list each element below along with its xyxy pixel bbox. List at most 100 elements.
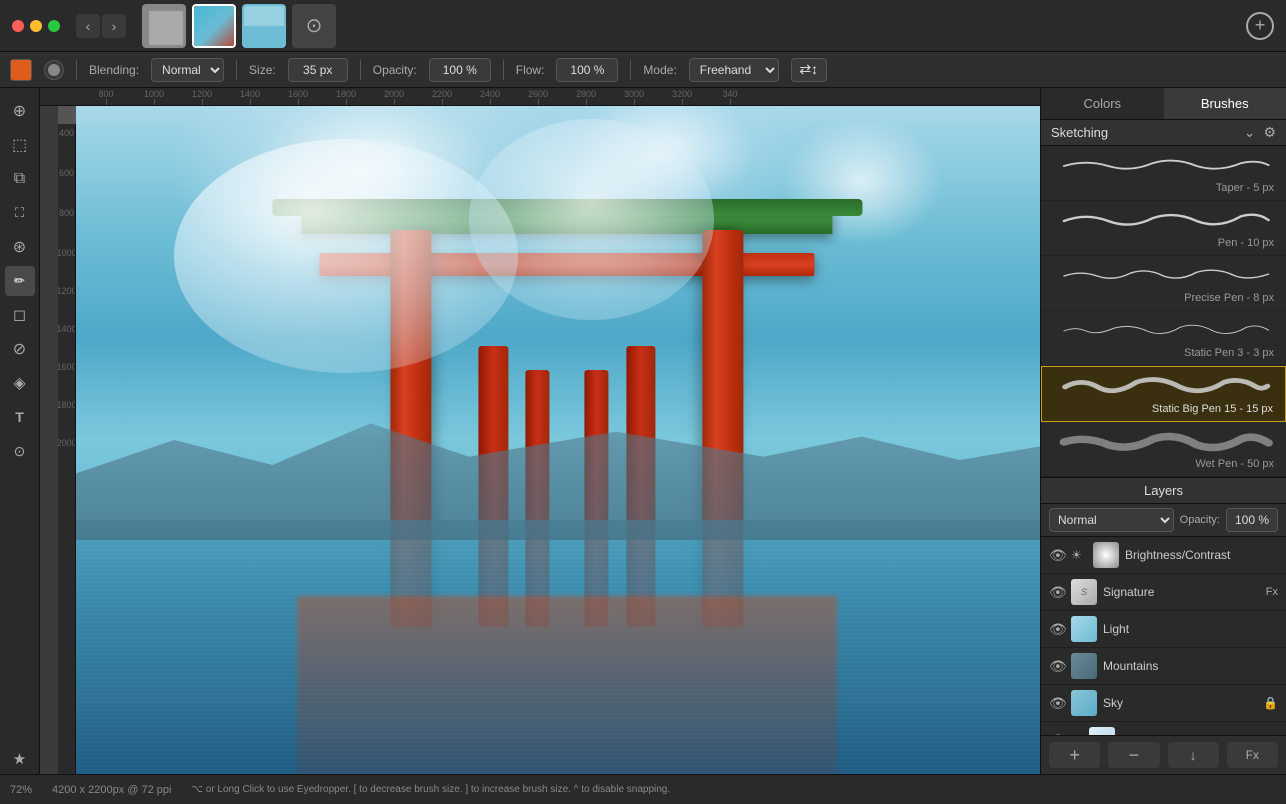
- layer-icon-clouds: [1089, 727, 1115, 735]
- layers-header: Layers: [1041, 477, 1286, 504]
- ruler-v-800: 800: [59, 208, 74, 218]
- brush-item-wet-pen[interactable]: Wet Pen - 50 px: [1041, 422, 1286, 477]
- crop-tool[interactable]: ⛶: [5, 198, 35, 228]
- zoom-level: 72%: [10, 784, 32, 796]
- brush-name-taper: Taper - 5 px: [1216, 182, 1274, 194]
- ruler-v-1200: 1200: [58, 286, 76, 296]
- layer-lock-sky: 🔒: [1263, 696, 1278, 710]
- layer-sky[interactable]: 👁 Sky 🔒: [1041, 685, 1286, 722]
- thumb-4[interactable]: ⊙: [292, 4, 336, 48]
- opacity-input[interactable]: [429, 58, 491, 82]
- tab-brushes[interactable]: Brushes: [1164, 88, 1286, 119]
- thumb-canvas-3: [244, 6, 286, 48]
- tab-colors[interactable]: Colors: [1041, 88, 1164, 119]
- layer-visibility-sig[interactable]: 👁: [1049, 584, 1065, 601]
- text-tool[interactable]: T: [5, 402, 35, 432]
- layer-icon-mountains: [1071, 653, 1097, 679]
- brush-size-indicator: [44, 60, 64, 80]
- brush-item-static-big-pen[interactable]: Static Big Pen 15 - 15 px: [1041, 366, 1286, 422]
- brush-stroke-taper: [1053, 152, 1274, 180]
- layers-blend-select[interactable]: Normal: [1049, 508, 1174, 532]
- mode-select[interactable]: Freehand: [689, 58, 779, 82]
- smudge-tool[interactable]: ⊘: [5, 334, 35, 364]
- layer-visibility-light[interactable]: 👁: [1049, 621, 1065, 638]
- brush-settings-button[interactable]: ⚙: [1263, 124, 1276, 141]
- thumb-4-icon: ⊙: [306, 13, 323, 38]
- delete-layer-button[interactable]: −: [1108, 742, 1159, 768]
- ruler-tick-3200: 3200: [658, 89, 706, 105]
- layers-opacity-input[interactable]: [1226, 508, 1278, 532]
- titlebar: ‹ › ⊙ +: [0, 0, 1286, 52]
- layer-name-mountains: Mountains: [1103, 659, 1278, 673]
- ruler-tick-340: 340: [706, 89, 754, 105]
- layer-icon-sig: S: [1071, 579, 1097, 605]
- size-input[interactable]: [288, 58, 348, 82]
- transform-tool[interactable]: ⧉: [5, 164, 35, 194]
- nav-forward-button[interactable]: ›: [102, 14, 126, 38]
- layers-opacity-label: Opacity:: [1180, 514, 1220, 526]
- brush-category-chevron[interactable]: ⌄: [1244, 124, 1256, 141]
- brush-item-static-pen3[interactable]: Static Pen 3 - 3 px: [1041, 311, 1286, 366]
- layer-light[interactable]: 👁 Light: [1041, 611, 1286, 648]
- right-panel: Colors Brushes Sketching ⌄ ⚙ Taper - 5 p…: [1040, 88, 1286, 774]
- toolbar-separator-5: [630, 60, 631, 80]
- layer-signature[interactable]: 👁 S Signature Fx: [1041, 574, 1286, 611]
- layer-fx-badge: Fx: [1266, 586, 1278, 598]
- ruler-v-1000: 1000: [58, 248, 76, 258]
- thumb-1[interactable]: [142, 4, 186, 48]
- ruler-line: [202, 99, 203, 105]
- nav-back-button[interactable]: ‹: [76, 14, 100, 38]
- layer-mountains[interactable]: 👁 Mountains: [1041, 648, 1286, 685]
- status-bar: 72% 4200 x 2200px @ 72 ppi ⌥ or Long Cli…: [0, 774, 1286, 804]
- layer-visibility-bc[interactable]: 👁: [1049, 547, 1065, 564]
- fx-layer-button[interactable]: Fx: [1227, 742, 1278, 768]
- streamline-button[interactable]: ⇄↕: [791, 58, 827, 82]
- thumb-canvas-2: [194, 6, 236, 48]
- ruler-tick-2200: 2200: [418, 89, 466, 105]
- toolbar-separator-2: [236, 60, 237, 80]
- color-swatch[interactable]: [10, 59, 32, 81]
- thumb-canvas-1: [144, 6, 186, 48]
- flow-input[interactable]: [556, 58, 618, 82]
- brush-tool[interactable]: ✏: [5, 266, 35, 296]
- brush-item-taper[interactable]: Taper - 5 px: [1041, 146, 1286, 201]
- ruler-line: [298, 99, 299, 105]
- cloud-center: [469, 119, 715, 319]
- ruler-line: [682, 99, 683, 105]
- canvas-content[interactable]: 400 600 800 1000 1200 1400 1600 1800 200…: [58, 106, 1040, 774]
- selection-tool[interactable]: ⬚: [5, 130, 35, 160]
- ruler-v-1400: 1400: [58, 324, 76, 334]
- ruler-tick-2800: 2800: [562, 89, 610, 105]
- export-layer-button[interactable]: ↓: [1168, 742, 1219, 768]
- brush-item-pen[interactable]: Pen - 10 px: [1041, 201, 1286, 256]
- layer-visibility-mountains[interactable]: 👁: [1049, 658, 1065, 675]
- layer-clouds[interactable]: 👁 ▶ Clouds: [1041, 722, 1286, 735]
- move-tool[interactable]: ⊕: [5, 96, 35, 126]
- add-layer-button[interactable]: +: [1049, 742, 1100, 768]
- ruler-line: [490, 99, 491, 105]
- thumb-2[interactable]: [192, 4, 236, 48]
- layer-brightness-contrast[interactable]: 👁 ☀ Brightness/Contrast: [1041, 537, 1286, 574]
- maximize-button[interactable]: [48, 20, 60, 32]
- thumb-3[interactable]: [242, 4, 286, 48]
- brush-item-precise-pen[interactable]: Precise Pen - 8 px: [1041, 256, 1286, 311]
- search-tool[interactable]: ⊙: [5, 436, 35, 466]
- layer-icon-sky: [1071, 690, 1097, 716]
- brush-name-static-pen3: Static Pen 3 - 3 px: [1184, 347, 1274, 359]
- minimize-button[interactable]: [30, 20, 42, 32]
- brush-stroke-svg-precise: [1053, 262, 1274, 290]
- ruler-tick-1800: 1800: [322, 89, 370, 105]
- eyedropper-tool[interactable]: ⊛: [5, 232, 35, 262]
- mode-label: Mode:: [643, 63, 676, 77]
- close-button[interactable]: [12, 20, 24, 32]
- ruler-line: [154, 99, 155, 105]
- fill-tool[interactable]: ◈: [5, 368, 35, 398]
- painting-canvas[interactable]: [76, 106, 1040, 774]
- nav-arrows: ‹ ›: [76, 14, 126, 38]
- star-tool[interactable]: ★: [5, 744, 35, 774]
- blending-select[interactable]: Normal: [151, 58, 224, 82]
- add-document-button[interactable]: +: [1246, 12, 1274, 40]
- brush-stroke-svg: [1053, 152, 1274, 180]
- layer-visibility-sky[interactable]: 👁: [1049, 695, 1065, 712]
- eraser-tool[interactable]: ◻: [5, 300, 35, 330]
